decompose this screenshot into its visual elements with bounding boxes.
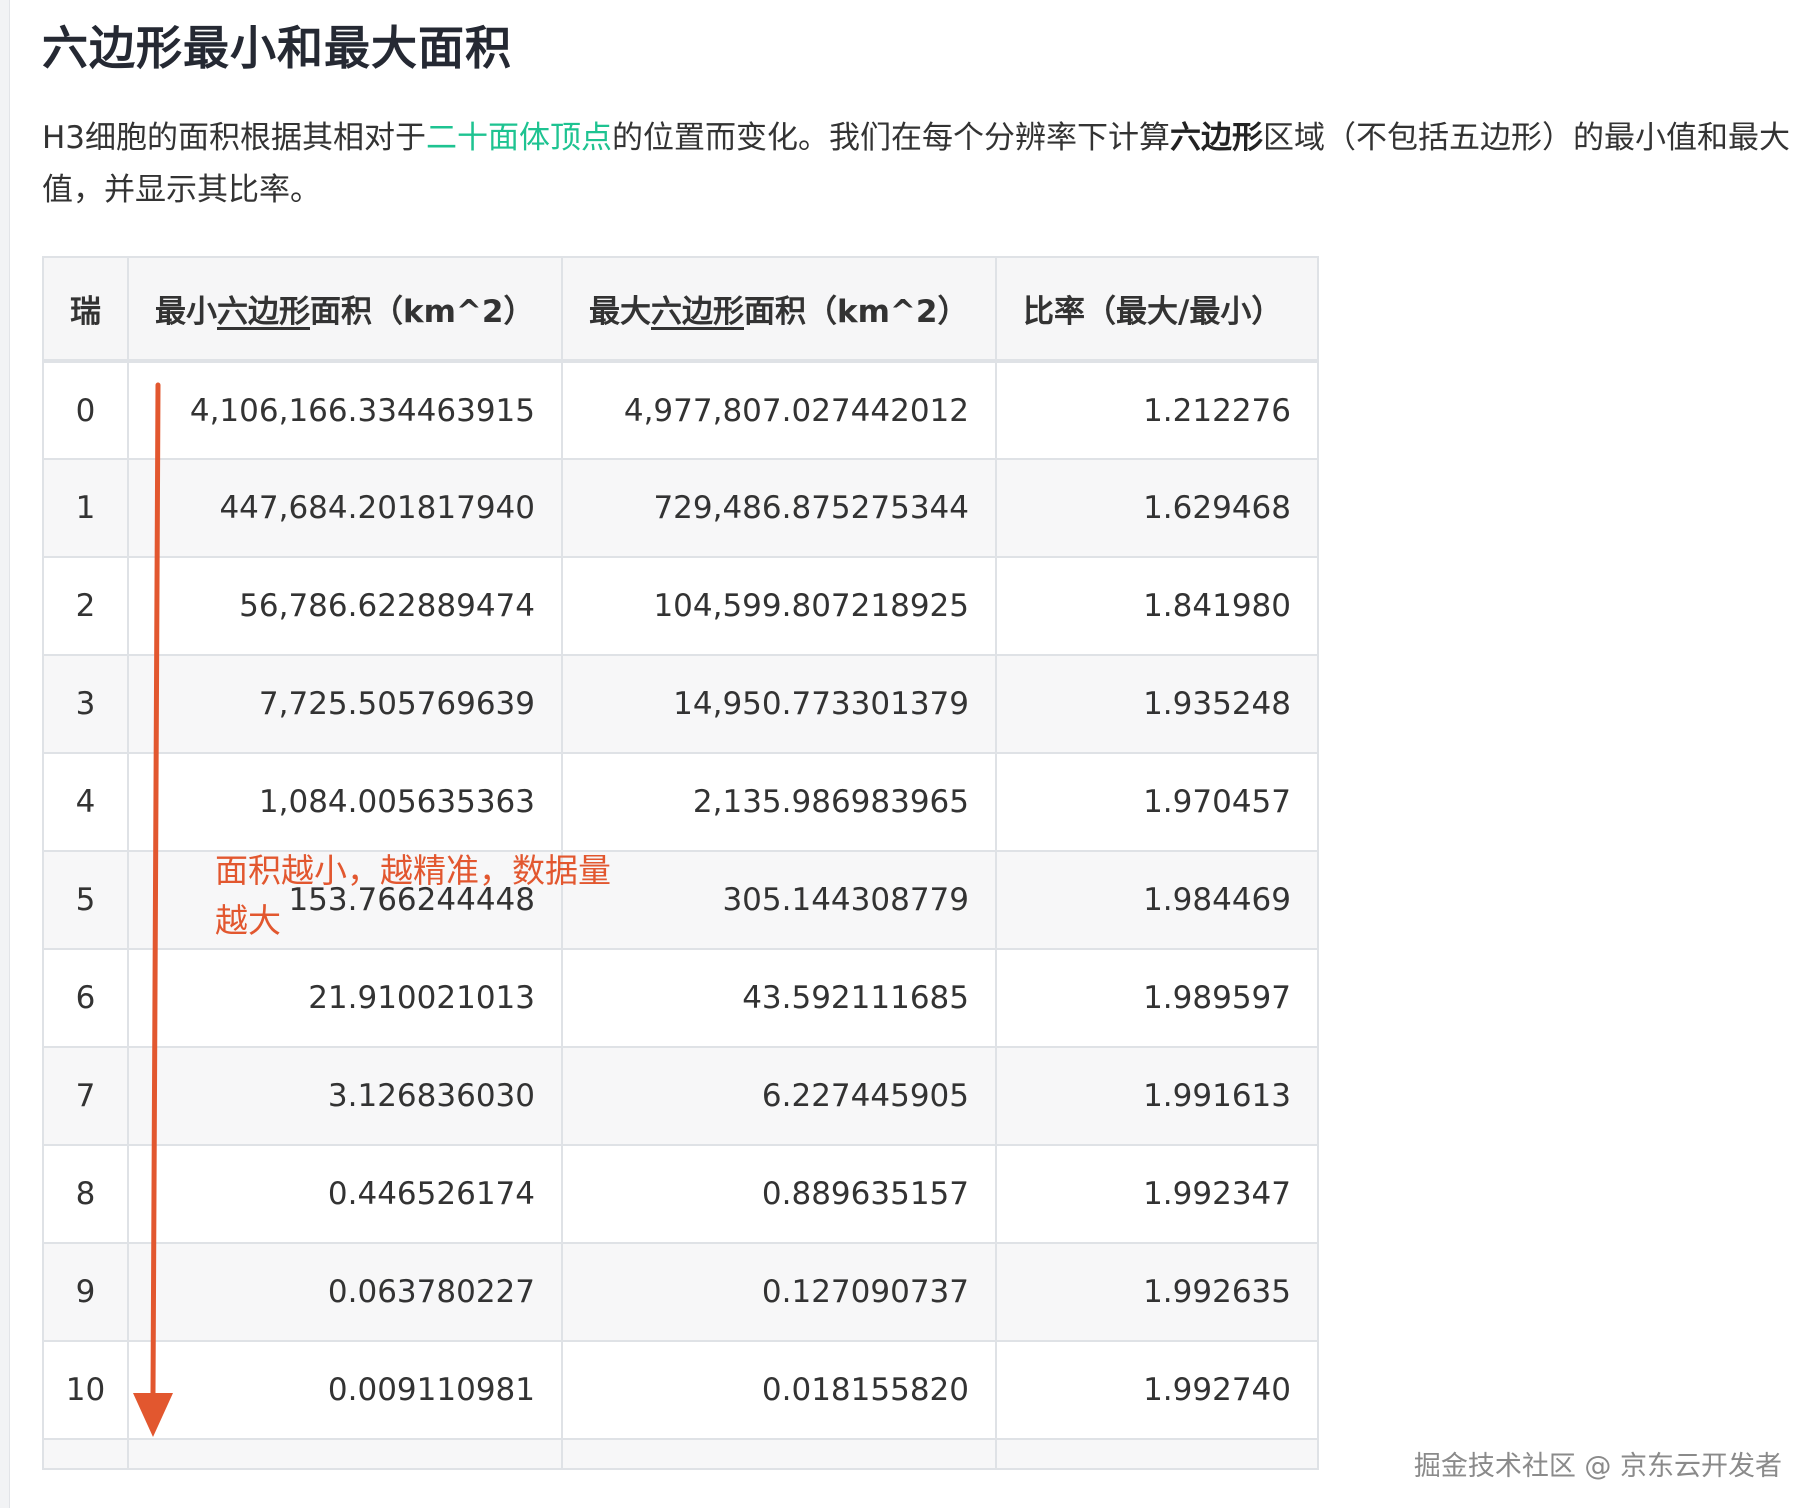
cell-min: 0.446526174 [128,1145,562,1243]
cell-ratio: 1.992347 [996,1145,1318,1243]
cell-min: 0.063780227 [128,1243,562,1341]
cell-max: 305.144308779 [562,851,996,949]
down-arrow-icon [130,385,180,1440]
cell-min: 4,106,166.334463915 [128,361,562,459]
header-min-underlined: 六边形 [217,294,310,330]
cell-ratio: 1.629468 [996,459,1318,557]
cell-ratio: 1.992635 [996,1243,1318,1341]
cell-max: 2,135.986983965 [562,753,996,851]
annotation-line-1: 面积越小，越精准，数据量 [215,846,611,896]
intro-text-2: 的位置而变化。我们在每个分辨率下计算 [612,120,1170,156]
cell-max: 729,486.875275344 [562,459,996,557]
table-row: 37,725.50576963914,950.7733013791.935248 [43,655,1318,753]
cell-res: 1 [43,459,128,557]
cell-max: 4,977,807.027442012 [562,361,996,459]
cell-min: 21.910021013 [128,949,562,1047]
cell-res: 5 [43,851,128,949]
table-row: 1447,684.201817940729,486.8752753441.629… [43,459,1318,557]
cell-res: 4 [43,753,128,851]
annotation-note: 面积越小，越精准，数据量 越大 [215,846,611,946]
table-row: 04,106,166.3344639154,977,807.0274420121… [43,361,1318,459]
cell-empty [562,1439,996,1469]
table-row: 80.4465261740.8896351571.992347 [43,1145,1318,1243]
cell-ratio: 1.935248 [996,655,1318,753]
cell-ratio: 1.992740 [996,1341,1318,1439]
icosahedron-vertex-link[interactable]: 二十面体顶点 [426,120,612,156]
cell-max: 104,599.807218925 [562,557,996,655]
header-resolution: 瑞 [43,257,128,361]
cell-max: 43.592111685 [562,949,996,1047]
left-gutter [0,0,10,1508]
intro-text-1: H3细胞的面积根据其相对于 [42,120,426,156]
intro-bold-hexagon: 六边形 [1170,120,1263,156]
table-header-row: 瑞 最小六边形面积（km^2） 最大六边形面积（km^2） 比率（最大/最小） [43,257,1318,361]
cell-max: 0.018155820 [562,1341,996,1439]
cell-empty [43,1439,128,1469]
cell-max: 14,950.773301379 [562,655,996,753]
cell-res: 0 [43,361,128,459]
table-row: 100.0091109810.0181558201.992740 [43,1341,1318,1439]
table-row: 41,084.0056353632,135.9869839651.970457 [43,753,1318,851]
cell-res: 3 [43,655,128,753]
cell-ratio: 1.970457 [996,753,1318,851]
cell-empty [996,1439,1318,1469]
header-max-prefix: 最大 [589,294,651,330]
cell-max: 0.889635157 [562,1145,996,1243]
cell-min: 1,084.005635363 [128,753,562,851]
watermark: 掘金技术社区 @ 京东云开发者 [1414,1444,1782,1483]
cell-res: 2 [43,557,128,655]
cell-ratio: 1.989597 [996,949,1318,1047]
cell-res: 9 [43,1243,128,1341]
cell-res: 6 [43,949,128,1047]
header-max-underlined: 六边形 [651,294,744,330]
cell-min: 3.126836030 [128,1047,562,1145]
cell-max: 6.227445905 [562,1047,996,1145]
cell-ratio: 1.991613 [996,1047,1318,1145]
cell-min: 56,786.622889474 [128,557,562,655]
cell-res: 10 [43,1341,128,1439]
cell-ratio: 1.984469 [996,851,1318,949]
header-max-area: 最大六边形面积（km^2） [562,257,996,361]
cell-ratio: 1.841980 [996,557,1318,655]
cell-min: 0.009110981 [128,1341,562,1439]
annotation-line-2: 越大 [215,896,611,946]
section-heading: 六边形最小和最大面积 [42,12,512,78]
cell-min: 447,684.201817940 [128,459,562,557]
table-row: 256,786.622889474104,599.8072189251.8419… [43,557,1318,655]
table-row-partial [43,1439,1318,1469]
table-row: 73.1268360306.2274459051.991613 [43,1047,1318,1145]
cell-min: 7,725.505769639 [128,655,562,753]
cell-res: 8 [43,1145,128,1243]
cell-res: 7 [43,1047,128,1145]
header-max-suffix: 面积（km^2） [744,294,968,330]
cell-max: 0.127090737 [562,1243,996,1341]
header-ratio: 比率（最大/最小） [996,257,1318,361]
header-min-area: 最小六边形面积（km^2） [128,257,562,361]
table-row: 621.91002101343.5921116851.989597 [43,949,1318,1047]
intro-paragraph: H3细胞的面积根据其相对于二十面体顶点的位置而变化。我们在每个分辨率下计算六边形… [42,112,1792,216]
cell-ratio: 1.212276 [996,361,1318,459]
table-row: 90.0637802270.1270907371.992635 [43,1243,1318,1341]
header-min-suffix: 面积（km^2） [310,294,534,330]
cell-empty [128,1439,562,1469]
header-min-prefix: 最小 [155,294,217,330]
